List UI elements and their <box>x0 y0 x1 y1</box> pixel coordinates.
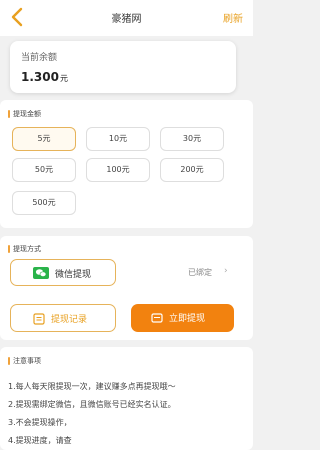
balance-amount: 1.300 <box>21 70 59 84</box>
page-title: 豪猪网 <box>111 14 142 25</box>
withdraw-now-label: 立即提现 <box>169 314 206 324</box>
balance-label: 当前余额 <box>21 53 58 63</box>
amount-option-500[interactable]: 500元 <box>12 191 76 215</box>
withdraw-now-button[interactable]: 立即提现 <box>131 304 234 332</box>
wechat-withdraw-label: 微信提现 <box>55 270 92 280</box>
notice-line-1: 1.每人每天限提现一次，建议赚多点再提现哦～ <box>8 382 176 391</box>
balance-value: 1.300元 <box>21 70 68 84</box>
notice-line-2: 2.提现需绑定微信，且微信账号已经实名认证。 <box>8 400 176 409</box>
amount-option-10[interactable]: 10元 <box>86 127 150 151</box>
amount-option-50[interactable]: 50元 <box>12 158 76 182</box>
notice-section: 注意事项 1.每人每天限提现一次，建议赚多点再提现哦～ 2.提现需绑定微信，且微… <box>0 347 253 450</box>
amount-section: 提现金额 5元 10元 30元 50元 100元 200元 500元 <box>0 100 253 228</box>
record-list-icon <box>33 313 45 325</box>
withdraw-method-section: 提现方式 微信提现 已绑定 › 提现记录 立即提现 <box>0 236 253 340</box>
notice-line-3: 3.不会提现操作， <box>8 418 72 427</box>
withdraw-record-button[interactable]: 提现记录 <box>10 304 116 332</box>
app-header: 豪猪网 刷新 <box>0 0 253 36</box>
notice-section-title: 注意事项 <box>8 357 41 365</box>
amount-option-30[interactable]: 30元 <box>160 127 224 151</box>
method-section-title: 提现方式 <box>8 245 41 253</box>
wallet-icon <box>151 313 163 323</box>
amount-option-5[interactable]: 5元 <box>12 127 76 151</box>
balance-unit: 元 <box>59 74 68 83</box>
notice-line-4: 4.提现进度，请查 <box>8 436 72 445</box>
balance-card: 当前余额 1.300元 <box>10 41 236 93</box>
chevron-right-icon[interactable]: › <box>224 266 228 276</box>
wechat-withdraw-option[interactable]: 微信提现 <box>10 259 116 286</box>
amount-section-title: 提现金额 <box>8 110 41 118</box>
amount-option-100[interactable]: 100元 <box>86 158 150 182</box>
bound-status: 已绑定 <box>188 268 212 277</box>
amount-option-200[interactable]: 200元 <box>160 158 224 182</box>
withdraw-record-label: 提现记录 <box>51 315 88 325</box>
wechat-icon <box>33 267 49 279</box>
refresh-button[interactable]: 刷新 <box>223 10 243 25</box>
